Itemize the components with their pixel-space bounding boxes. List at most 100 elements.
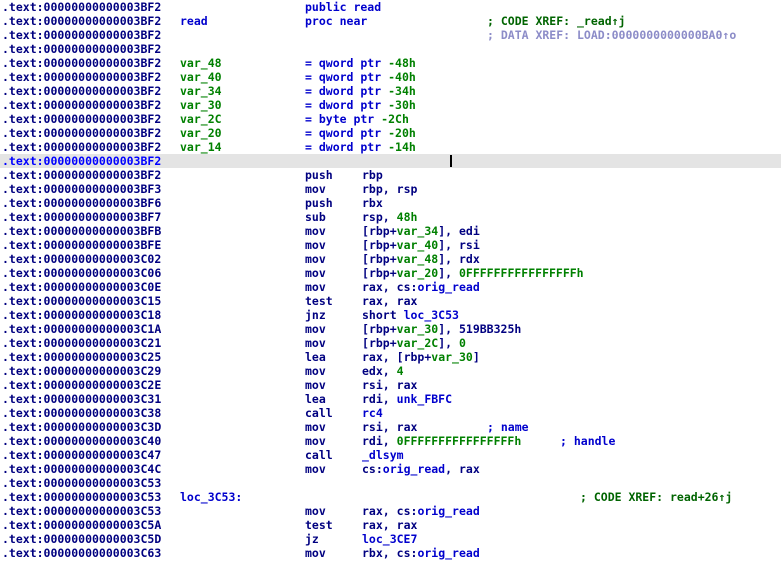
disassembly-line[interactable]: .text:00000000000003C06 mov [rbp+var_20], … <box>0 266 781 280</box>
line-operands[interactable]: short loc_3C53 <box>362 308 459 322</box>
line-operands[interactable]: rbp, rsp <box>362 182 417 196</box>
disassembly-line[interactable]: .text:00000000000003C1A mov [rbp+var_30], … <box>0 322 781 336</box>
line-mnemonic: mov <box>305 252 326 266</box>
line-label[interactable]: var_34 <box>180 84 222 98</box>
disassembly-line[interactable]: .text:00000000000003C0E mov rax, cs:orig_r… <box>0 280 781 294</box>
line-operands[interactable]: rdi, 0FFFFFFFFFFFFFFFFh <box>362 434 521 448</box>
disassembly-line[interactable]: .text:00000000000003BF2 <box>0 154 781 168</box>
line-operands[interactable]: rax, rax <box>362 518 417 532</box>
disassembly-line[interactable]: .text:00000000000003C5A test rax, rax <box>0 518 781 532</box>
disassembly-line[interactable]: .text:00000000000003BFB mov [rbp+var_34], … <box>0 224 781 238</box>
line-label[interactable]: var_14 <box>180 140 222 154</box>
line-operands[interactable]: cs:orig_read, rax <box>362 462 480 476</box>
line-mnemonic: mov <box>305 434 326 448</box>
line-address: .text:00000000000003BFE <box>2 238 162 252</box>
disassembly-line[interactable]: .text:00000000000003C47 call _dlsym <box>0 448 781 462</box>
line-mnemonic: mov <box>305 224 326 238</box>
line-operands[interactable]: [rbp+var_2C], 0 <box>362 336 466 350</box>
line-address: .text:00000000000003C0E <box>2 280 162 294</box>
line-operands[interactable]: rax, [rbp+var_30] <box>362 350 480 364</box>
line-operands[interactable]: rbx <box>362 196 383 210</box>
line-mnemonic: test <box>305 518 333 532</box>
disassembly-line[interactable]: .text:00000000000003BF2 var_40 = qword ptr… <box>0 70 781 84</box>
disassembly-line[interactable]: .text:00000000000003C15 test rax, rax <box>0 294 781 308</box>
disassembly-line[interactable]: .text:00000000000003C53 loc_3C53: ; CODE X… <box>0 490 781 504</box>
disassembly-line[interactable]: .text:00000000000003C38 call rc4 <box>0 406 781 420</box>
line-label[interactable]: var_20 <box>180 126 222 140</box>
line-operands[interactable]: rsi, rax <box>362 420 417 434</box>
disassembly-view[interactable]: .text:00000000000003BF2 public read .text:… <box>0 0 781 563</box>
disassembly-line[interactable]: .text:00000000000003BF2 var_34 = dword ptr… <box>0 84 781 98</box>
line-mnemonic: mov <box>305 504 326 518</box>
line-label[interactable]: var_48 <box>180 56 222 70</box>
line-operands[interactable]: [rbp+var_30], 519BB325h <box>362 322 521 336</box>
disassembly-line[interactable]: .text:00000000000003BF2 var_2C = byte ptr … <box>0 112 781 126</box>
line-address: .text:00000000000003BF2 <box>2 56 162 70</box>
line-mnemonic: mov <box>305 280 326 294</box>
disassembly-line[interactable]: .text:00000000000003BF2 <box>0 42 781 56</box>
disassembly-line[interactable]: .text:00000000000003C29 mov edx, 4 <box>0 364 781 378</box>
line-operands[interactable]: rbx, cs:orig_read <box>362 546 480 560</box>
line-label[interactable]: read <box>180 14 208 28</box>
line-operands[interactable]: _dlsym <box>362 448 404 462</box>
line-label[interactable]: var_2C <box>180 112 222 126</box>
line-mnemonic: call <box>305 448 333 462</box>
line-mnemonic: test <box>305 294 333 308</box>
line-operands[interactable]: rax, cs:orig_read <box>362 504 480 518</box>
line-operands[interactable]: rc4 <box>362 406 383 420</box>
disassembly-line[interactable]: .text:00000000000003BFE mov [rbp+var_40], … <box>0 238 781 252</box>
line-operands[interactable]: [rbp+var_20], 0FFFFFFFFFFFFFFFFh <box>362 266 584 280</box>
line-address: .text:00000000000003C53 <box>2 504 162 518</box>
disassembly-line[interactable]: .text:00000000000003BF2 public read <box>0 0 781 14</box>
disassembly-line[interactable]: .text:00000000000003C4C mov cs:orig_read, … <box>0 462 781 476</box>
line-address: .text:00000000000003BF7 <box>2 210 162 224</box>
disassembly-line[interactable]: .text:00000000000003C2E mov rsi, rax <box>0 378 781 392</box>
line-operands[interactable]: edx, 4 <box>362 364 404 378</box>
line-directive: proc near <box>305 14 368 28</box>
disassembly-line[interactable]: .text:00000000000003C21 mov [rbp+var_2C], … <box>0 336 781 350</box>
line-address: .text:00000000000003BF2 <box>2 154 162 168</box>
line-label[interactable]: loc_3C53: <box>180 490 242 504</box>
line-operands[interactable]: [rbp+var_34], edi <box>362 224 480 238</box>
disassembly-line[interactable]: .text:00000000000003C40 mov rdi, 0FFFFFFFF… <box>0 434 781 448</box>
line-label[interactable]: var_30 <box>180 98 222 112</box>
line-operands[interactable]: rbp <box>362 168 383 182</box>
line-operands[interactable]: [rbp+var_40], rsi <box>362 238 480 252</box>
disassembly-line[interactable]: .text:00000000000003BF6 push rbx <box>0 196 781 210</box>
line-address: .text:00000000000003C15 <box>2 294 162 308</box>
line-directive: = qword ptr -48h <box>305 56 416 70</box>
line-operands[interactable]: loc_3CE7 <box>362 532 417 546</box>
disassembly-line[interactable]: .text:00000000000003BF2 ; DATA XREF: LOAD… <box>0 28 781 42</box>
disassembly-line[interactable]: .text:00000000000003C53 mov rax, cs:orig_r… <box>0 504 781 518</box>
disassembly-line[interactable]: .text:00000000000003BF2 read proc near ; CO… <box>0 14 781 28</box>
disassembly-line[interactable]: .text:00000000000003BF2 var_30 = dword ptr… <box>0 98 781 112</box>
disassembly-line[interactable]: .text:00000000000003C53 <box>0 476 781 490</box>
line-label[interactable]: var_40 <box>180 70 222 84</box>
line-operands[interactable]: [rbp+var_48], rdx <box>362 252 480 266</box>
disassembly-line[interactable]: .text:00000000000003BF2 var_14 = dword ptr… <box>0 140 781 154</box>
line-address: .text:00000000000003C4C <box>2 462 162 476</box>
line-operands[interactable]: rax, cs:orig_read <box>362 280 480 294</box>
disassembly-line[interactable]: .text:00000000000003C18 jnz short loc_3C53 <box>0 308 781 322</box>
disassembly-line[interactable]: .text:00000000000003C3D mov rsi, rax ; name <box>0 420 781 434</box>
line-address: .text:00000000000003BF2 <box>2 28 162 42</box>
disassembly-line[interactable]: .text:00000000000003BF2 var_48 = qword ptr… <box>0 56 781 70</box>
disassembly-line[interactable]: .text:00000000000003BF2 push rbp <box>0 168 781 182</box>
disassembly-line[interactable]: .text:00000000000003BF2 var_20 = qword ptr… <box>0 126 781 140</box>
disassembly-line[interactable]: .text:00000000000003BF3 mov rbp, rsp <box>0 182 781 196</box>
line-operands[interactable]: rsp, 48h <box>362 210 417 224</box>
line-address: .text:00000000000003BF2 <box>2 168 162 182</box>
disassembly-line[interactable]: .text:00000000000003C02 mov [rbp+var_48], … <box>0 252 781 266</box>
disassembly-line[interactable]: .text:00000000000003C63 mov rbx, cs:orig_r… <box>0 546 781 560</box>
line-mnemonic: mov <box>305 266 326 280</box>
disassembly-line[interactable]: .text:00000000000003BF7 sub rsp, 48h <box>0 210 781 224</box>
disassembly-line[interactable]: .text:00000000000003C25 lea rax, [rbp+var_… <box>0 350 781 364</box>
line-operands[interactable]: rdi, unk_FBFC <box>362 392 452 406</box>
line-operands[interactable]: rax, rax <box>362 294 417 308</box>
disassembly-line[interactable]: .text:00000000000003C31 lea rdi, unk_FBFC <box>0 392 781 406</box>
line-address: .text:00000000000003C53 <box>2 490 162 504</box>
disassembly-line[interactable]: .text:00000000000003C5D jz loc_3CE7 <box>0 532 781 546</box>
line-mnemonic: mov <box>305 322 326 336</box>
line-operands[interactable]: rsi, rax <box>362 378 417 392</box>
line-mnemonic: mov <box>305 336 326 350</box>
